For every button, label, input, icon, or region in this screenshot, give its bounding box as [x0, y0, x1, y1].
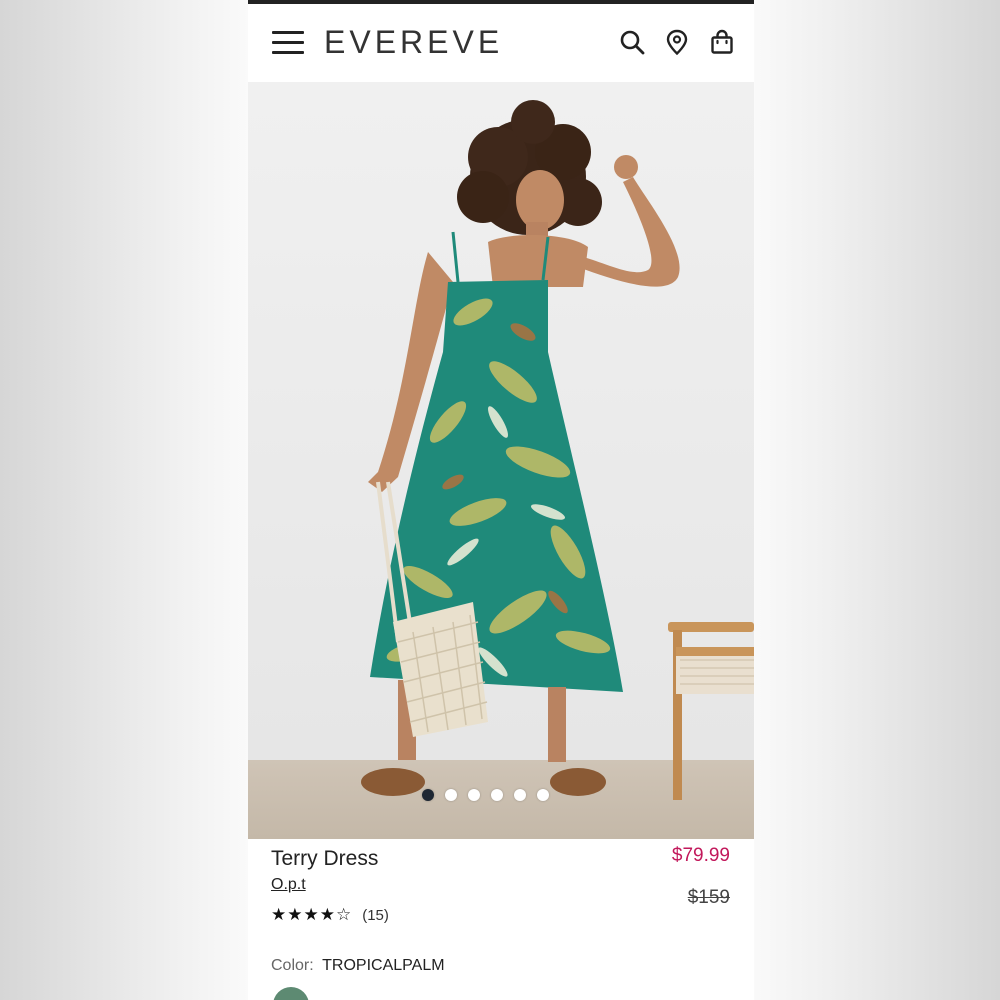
search-icon[interactable]: [618, 28, 646, 56]
carousel-dot-5[interactable]: [513, 789, 526, 801]
rating-stars: ★★★★☆: [271, 905, 353, 924]
original-price: $159: [687, 887, 730, 908]
carousel-dot-3[interactable]: [467, 789, 480, 801]
carousel-dot-6[interactable]: [536, 789, 549, 801]
carousel-dot-2[interactable]: [444, 789, 457, 801]
product-name: Terry Dress: [271, 847, 379, 870]
shopping-bag-icon[interactable]: [708, 28, 736, 56]
menu-icon[interactable]: [272, 31, 304, 55]
sale-price: $79.99: [671, 845, 730, 866]
product-info: Terry Dress O.p.t $79.99 $159 ★★★★☆ (15)…: [248, 839, 754, 1000]
site-header: EVEREVE: [248, 4, 754, 82]
product-photo-illustration: [248, 82, 754, 839]
image-carousel-dots: [248, 789, 738, 801]
color-row: Color: TROPICALPALM: [271, 957, 445, 975]
color-swatch[interactable]: [273, 987, 309, 1000]
rating-row[interactable]: ★★★★☆ (15): [271, 905, 389, 925]
review-count[interactable]: (15): [362, 907, 389, 924]
product-page: EVEREVE Terry Dress O.p.t $79.99 $159 ★★…: [248, 0, 754, 1000]
product-image[interactable]: [248, 82, 754, 839]
carousel-dot-1[interactable]: [421, 789, 434, 801]
brand-link[interactable]: O.p.t: [271, 876, 306, 894]
location-pin-icon[interactable]: [663, 28, 691, 56]
color-label: Color:: [271, 957, 314, 974]
color-value: TROPICALPALM: [322, 957, 445, 974]
carousel-dot-4[interactable]: [490, 789, 503, 801]
site-logo[interactable]: EVEREVE: [324, 24, 503, 61]
